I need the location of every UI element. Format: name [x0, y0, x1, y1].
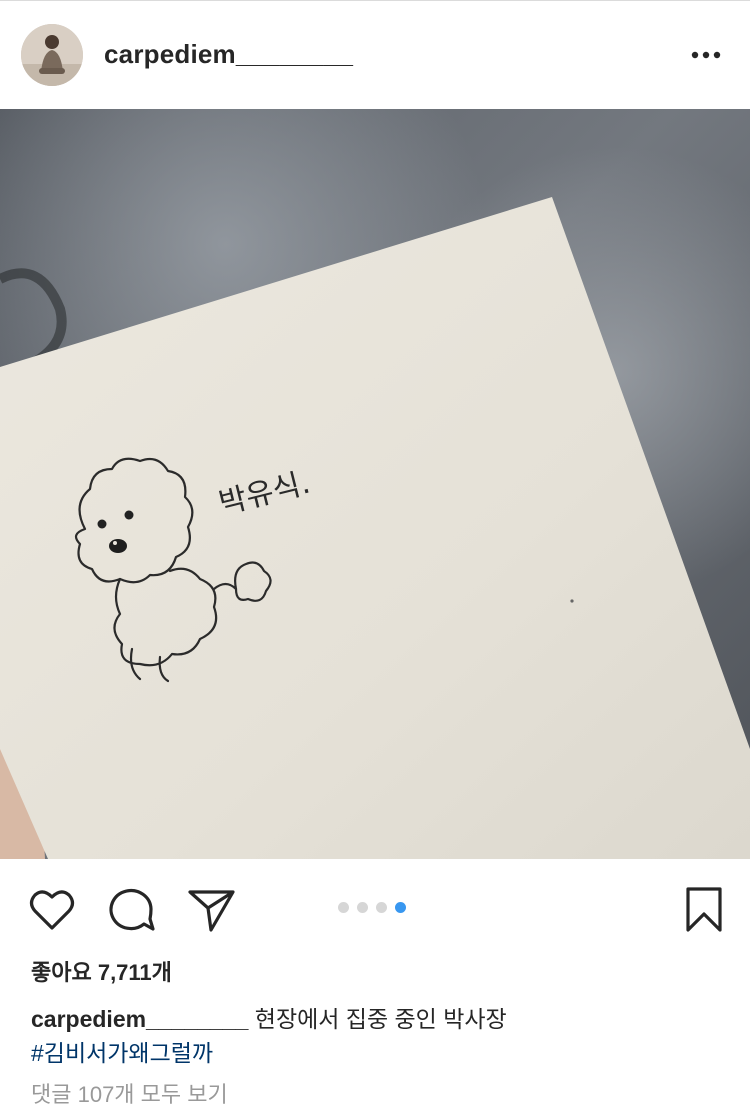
author-username[interactable]: carpediem________ — [104, 39, 353, 70]
user-avatar[interactable] — [21, 24, 83, 86]
carousel-dot — [338, 902, 349, 913]
carousel-indicator — [338, 902, 406, 916]
carousel-dot — [357, 902, 368, 913]
photo-illustration: 박유식. — [0, 109, 750, 859]
carousel-dot-active — [395, 902, 406, 913]
caption-username[interactable]: carpediem________ — [31, 1006, 248, 1032]
post-image[interactable]: 박유식. — [0, 109, 750, 859]
comment-bubble-icon — [109, 888, 155, 931]
save-button[interactable] — [678, 884, 730, 936]
hashtag-link[interactable]: #김비서가왜그럴까 — [31, 1034, 213, 1068]
paper-plane-icon — [188, 890, 235, 932]
likes-count[interactable]: 좋아요 7,711개 — [31, 955, 172, 987]
view-all-comments-link[interactable]: 댓글 107개 모두 보기 — [31, 1077, 228, 1109]
more-horizontal-icon — [691, 51, 721, 59]
caption-text: 현장에서 집중 중인 박사장 — [254, 1006, 507, 1032]
like-button[interactable] — [26, 884, 78, 936]
post-header: carpediem________ — [0, 1, 750, 109]
bookmark-icon — [686, 887, 722, 932]
more-options-button[interactable] — [686, 41, 726, 69]
heart-icon — [29, 890, 75, 930]
comment-button[interactable] — [106, 884, 158, 936]
post-action-bar — [0, 860, 750, 956]
post-caption: carpediem________ 현장에서 집중 중인 박사장 — [31, 1000, 507, 1034]
carousel-dot — [376, 902, 387, 913]
share-button[interactable] — [186, 884, 238, 936]
